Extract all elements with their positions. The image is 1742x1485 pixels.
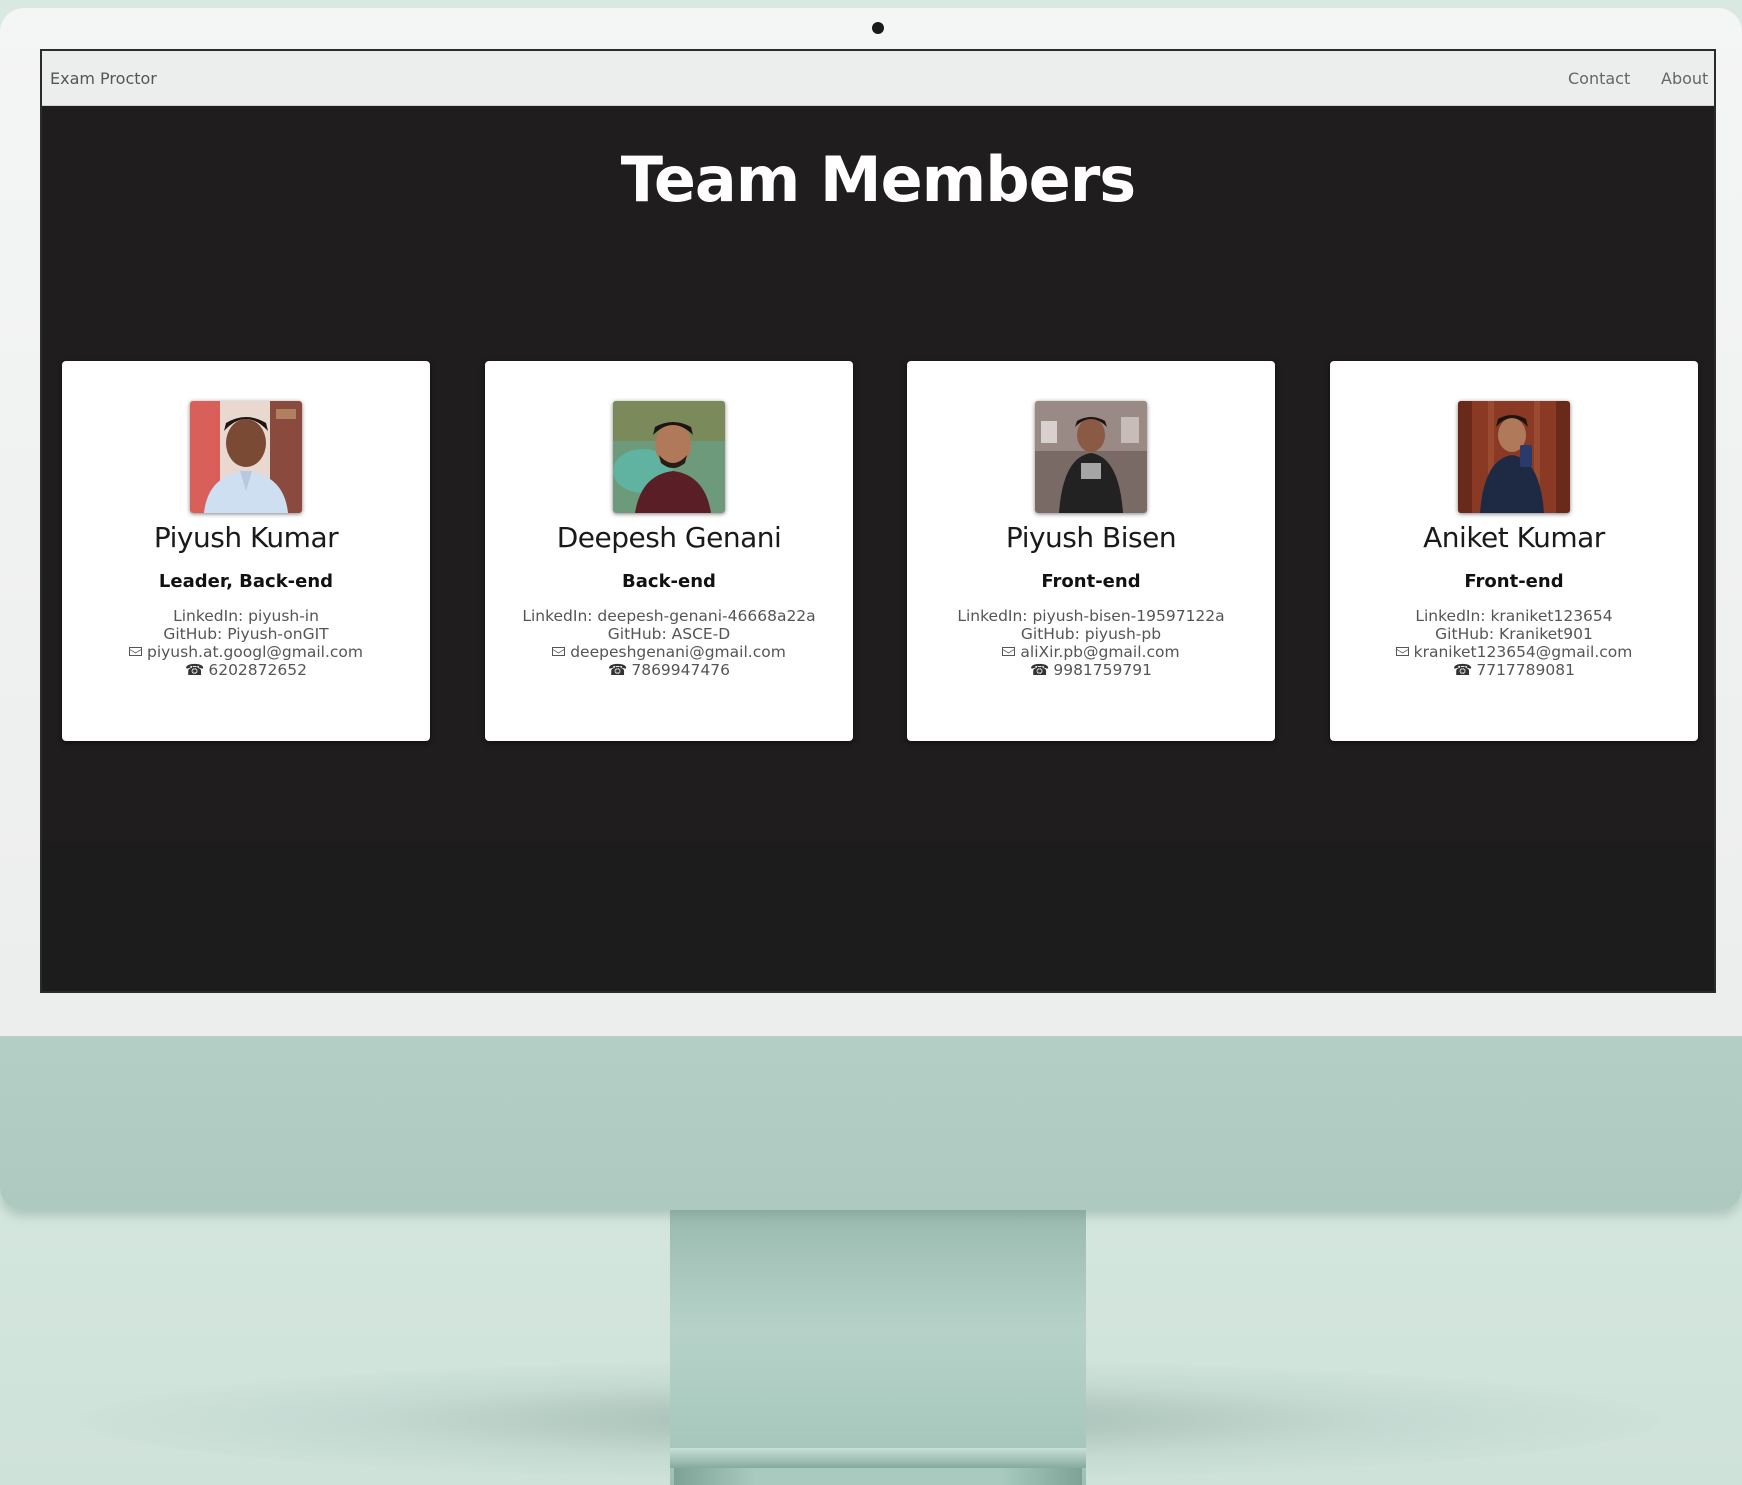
email-link[interactable]: kraniket123654@gmail.com [1414,643,1633,661]
email-link[interactable]: piyush.at.googl@gmail.com [147,643,363,661]
phone-number: 7717789081 [1476,661,1575,679]
avatar [1035,401,1147,513]
member-card: Piyush Bisen Front-end LinkedIn: piyush-… [907,361,1275,741]
footer [42,841,1714,991]
monitor-chin [0,1020,1742,1210]
telephone-icon: ☎ [608,661,628,679]
telephone-icon: ☎ [185,661,205,679]
phone-number: 6202872652 [208,661,307,679]
camera-icon [872,22,884,34]
phone-row: ☎ 7869947476 [485,661,853,679]
envelope-icon [128,647,142,656]
telephone-icon: ☎ [1030,661,1050,679]
linkedin-link[interactable]: LinkedIn: piyush-in [62,607,430,625]
monitor-stand [670,1200,1086,1485]
avatar [613,401,725,513]
member-contact-info: LinkedIn: piyush-bisen-19597122a GitHub:… [907,607,1275,679]
member-contact-info: LinkedIn: piyush-in GitHub: Piyush-onGIT… [62,607,430,679]
member-role: Leader, Back-end [158,571,334,592]
member-role: Front-end [1464,571,1564,592]
email-row: kraniket123654@gmail.com [1330,643,1698,661]
email-row: aliXir.pb@gmail.com [907,643,1275,661]
nav-link-contact[interactable]: Contact [1568,69,1630,88]
monitor-stand-foot [670,1448,1086,1468]
nav-link-about[interactable]: About [1661,69,1708,88]
envelope-icon [1395,647,1409,656]
member-contact-info: LinkedIn: kraniket123654 GitHub: Kranike… [1330,607,1698,679]
phone-row: ☎ 9981759791 [907,661,1275,679]
envelope-icon [1002,647,1016,656]
member-name: Deepesh Genani [556,521,782,554]
email-row: deepeshgenani@gmail.com [485,643,853,661]
member-name: Aniket Kumar [1423,521,1605,554]
github-link[interactable]: GitHub: Kraniket901 [1330,625,1698,643]
navbar: Exam Proctor Contact About [42,51,1714,106]
member-card: Deepesh Genani Back-end LinkedIn: deepes… [485,361,853,741]
member-role: Back-end [622,571,716,592]
phone-number: 7869947476 [631,661,730,679]
member-card: Aniket Kumar Front-end LinkedIn: kranike… [1330,361,1698,741]
envelope-icon [552,647,566,656]
phone-number: 9981759791 [1053,661,1152,679]
telephone-icon: ☎ [1453,661,1473,679]
monitor-stand-base [674,1468,1082,1485]
linkedin-link[interactable]: LinkedIn: deepesh-genani-46668a22a [485,607,853,625]
member-name: Piyush Kumar [153,521,339,554]
avatar [190,401,302,513]
brand-link[interactable]: Exam Proctor [50,69,157,88]
member-contact-info: LinkedIn: deepesh-genani-46668a22a GitHu… [485,607,853,679]
member-card: Piyush Kumar Leader, Back-end LinkedIn: … [62,361,430,741]
linkedin-link[interactable]: LinkedIn: piyush-bisen-19597122a [907,607,1275,625]
email-row: piyush.at.googl@gmail.com [62,643,430,661]
email-link[interactable]: deepeshgenani@gmail.com [570,643,786,661]
linkedin-link[interactable]: LinkedIn: kraniket123654 [1330,607,1698,625]
phone-row: ☎ 7717789081 [1330,661,1698,679]
github-link[interactable]: GitHub: Piyush-onGIT [62,625,430,643]
monitor-screen: Exam Proctor Contact About Team Members … [40,49,1716,993]
member-name: Piyush Bisen [1005,521,1177,554]
member-role: Front-end [1041,571,1141,592]
avatar [1458,401,1570,513]
github-link[interactable]: GitHub: piyush-pb [907,625,1275,643]
page-title: Team Members [620,143,1136,216]
phone-row: ☎ 6202872652 [62,661,430,679]
github-link[interactable]: GitHub: ASCE-D [485,625,853,643]
email-link[interactable]: aliXir.pb@gmail.com [1020,643,1179,661]
